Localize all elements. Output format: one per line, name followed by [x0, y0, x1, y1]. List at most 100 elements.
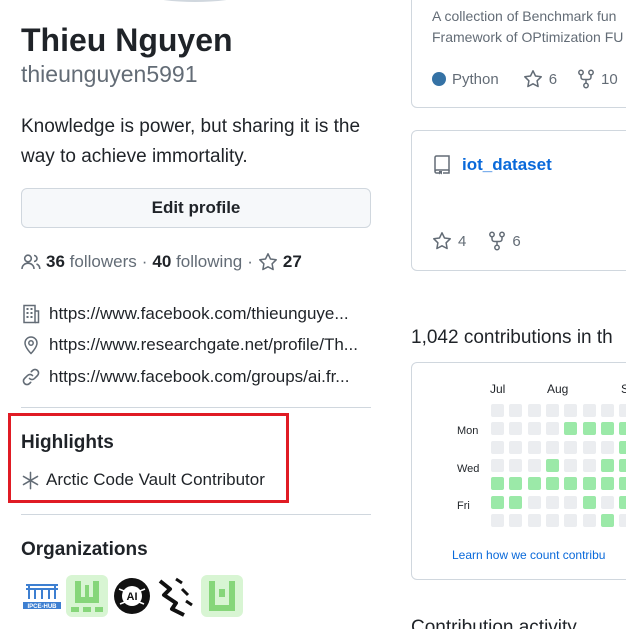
repo-name-link[interactable]: iot_dataset — [462, 155, 552, 175]
profile-links: https://www.facebook.com/thieunguye... h… — [21, 298, 371, 393]
divider — [21, 407, 371, 408]
contribution-day-cell[interactable] — [491, 495, 504, 509]
contribution-day-cell[interactable] — [600, 458, 614, 472]
day-label: Fri — [457, 500, 470, 512]
contribution-day-cell[interactable] — [600, 477, 614, 491]
month-label: Jul — [490, 382, 506, 396]
green-pixel-logo-icon — [66, 575, 108, 617]
day-label: Mon — [457, 425, 479, 437]
link-company-text: https://www.facebook.com/thieunguye... — [49, 303, 349, 323]
contribution-day-cell[interactable] — [491, 404, 504, 417]
contribution-day-cell[interactable] — [509, 495, 523, 509]
contribution-day-cell[interactable] — [564, 440, 578, 454]
fork-icon[interactable] — [488, 231, 506, 251]
contribution-day-cell[interactable] — [509, 477, 523, 491]
contribution-day-cell[interactable] — [564, 458, 578, 472]
contribution-day-cell[interactable] — [545, 513, 559, 527]
contribution-day-cell[interactable] — [564, 477, 578, 491]
contribution-day-cell[interactable] — [509, 440, 523, 454]
repo-icon — [434, 155, 450, 175]
edit-profile-button[interactable]: Edit profile — [21, 188, 371, 228]
contribution-day-cell[interactable] — [582, 513, 596, 527]
snake-logo-icon — [156, 575, 198, 617]
contribution-day-cell[interactable] — [545, 495, 559, 509]
contribution-day-cell[interactable] — [564, 404, 578, 417]
followers-link[interactable]: 36 followers — [21, 252, 137, 272]
contribution-day-cell[interactable] — [600, 422, 614, 436]
contribution-day-cell[interactable] — [582, 440, 596, 454]
repo-meta: 4 6 — [432, 231, 521, 251]
stars-count: 27 — [282, 252, 302, 271]
contribution-day-cell[interactable] — [619, 422, 626, 436]
contributions-title: 1,042 contributions in th — [411, 327, 613, 348]
follow-stats: 36 followers · 40 following · 27 — [21, 250, 302, 274]
contribution-day-cell[interactable] — [600, 440, 614, 454]
contribution-day-cell[interactable] — [491, 513, 504, 527]
contribution-day-cell[interactable] — [545, 440, 559, 454]
contribution-day-cell[interactable] — [527, 513, 541, 527]
fork-icon[interactable] — [577, 69, 595, 89]
contribution-day-cell[interactable] — [491, 422, 504, 436]
stars-link[interactable]: 27 — [258, 252, 302, 272]
contribution-day-cell[interactable] — [545, 422, 559, 436]
contribution-day-cell[interactable] — [582, 495, 596, 509]
contribution-day-cell[interactable] — [619, 458, 626, 472]
link-location[interactable]: https://www.researchgate.net/profile/Th.… — [21, 330, 371, 362]
star-icon[interactable] — [523, 69, 543, 89]
contribution-day-cell[interactable] — [582, 477, 596, 491]
contribution-day-cell[interactable] — [619, 440, 626, 454]
contribution-day-cell[interactable] — [564, 422, 578, 436]
star-icon[interactable] — [432, 231, 452, 251]
ipce-hub-logo-icon: IPCE-HUB — [21, 575, 63, 617]
contribution-day-cell[interactable] — [527, 440, 541, 454]
contribution-day-cell[interactable] — [491, 458, 504, 472]
contribution-day-cell[interactable] — [545, 458, 559, 472]
contribution-day-cell[interactable] — [545, 404, 559, 417]
contribution-day-cell[interactable] — [582, 458, 596, 472]
learn-contributions-link[interactable]: Learn how we count contribu — [452, 548, 605, 562]
contribution-day-cell[interactable] — [509, 513, 523, 527]
contribution-day-cell[interactable] — [619, 477, 626, 491]
contribution-day-cell[interactable] — [582, 404, 596, 417]
contribution-day-cell[interactable] — [600, 404, 614, 417]
ai-brain-logo-icon: AI — [111, 575, 153, 617]
org-ai-brain[interactable]: AI — [111, 575, 153, 617]
contribution-day-cell[interactable] — [619, 513, 626, 527]
contribution-day-cell[interactable] — [527, 422, 541, 436]
svg-text:IPCE-HUB: IPCE-HUB — [27, 604, 57, 610]
org-green-2[interactable] — [201, 575, 243, 617]
link-website-text: https://www.facebook.com/groups/ai.fr... — [49, 366, 350, 386]
repo-description-line: Framework of OPtimization FU — [432, 29, 624, 45]
contribution-day-cell[interactable] — [527, 404, 541, 417]
link-website[interactable]: https://www.facebook.com/groups/ai.fr... — [21, 361, 371, 393]
org-snake[interactable] — [156, 575, 198, 617]
contribution-day-cell[interactable] — [527, 495, 541, 509]
contribution-day-cell[interactable] — [619, 495, 626, 509]
contribution-day-cell[interactable] — [509, 458, 523, 472]
contribution-day-cell[interactable] — [619, 404, 626, 417]
contribution-day-cell[interactable] — [509, 422, 523, 436]
org-green-1[interactable] — [66, 575, 108, 617]
following-link[interactable]: 40 following — [152, 252, 242, 272]
contribution-day-cell[interactable] — [564, 513, 578, 527]
followers-label: followers — [69, 252, 137, 271]
contribution-activity-heading: Contribution activity — [411, 617, 577, 629]
contribution-day-cell[interactable] — [527, 458, 541, 472]
contribution-day-cell[interactable] — [491, 440, 504, 454]
followers-count: 36 — [46, 252, 65, 271]
contribution-day-cell[interactable] — [527, 477, 541, 491]
contribution-day-cell[interactable] — [600, 513, 614, 527]
repo-stars: 4 — [458, 232, 467, 250]
highlight-arctic-vault[interactable]: Arctic Code Vault Contributor — [21, 470, 265, 490]
contribution-day-cell[interactable] — [582, 422, 596, 436]
contribution-day-cell[interactable] — [509, 404, 523, 417]
link-company[interactable]: https://www.facebook.com/thieunguye... — [21, 298, 371, 330]
contribution-day-cell[interactable] — [600, 495, 614, 509]
highlights-title: Highlights — [21, 432, 114, 453]
profile-login: thieunguyen5991 — [21, 61, 198, 87]
contribution-day-cell[interactable] — [491, 477, 504, 491]
contribution-day-cell[interactable] — [545, 477, 559, 491]
org-ipce-hub[interactable]: IPCE-HUB — [21, 575, 63, 617]
contribution-day-cell[interactable] — [564, 495, 578, 509]
avatar[interactable] — [115, 0, 275, 2]
